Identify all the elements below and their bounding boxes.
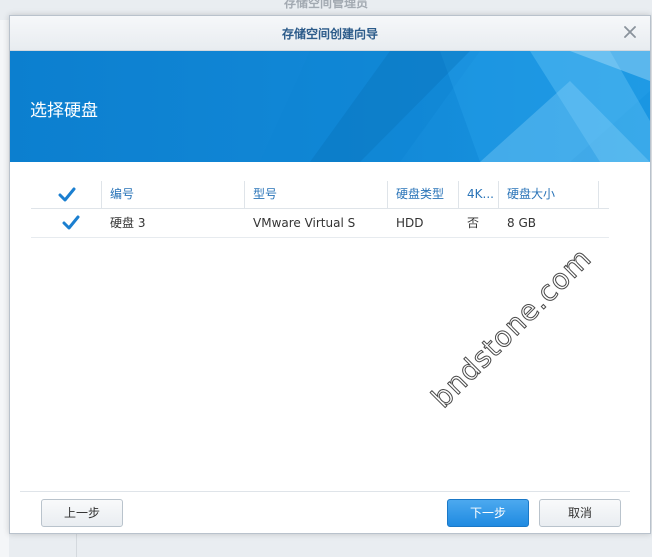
select-all-checkbox[interactable]	[58, 186, 76, 202]
disk-4k: 否	[467, 216, 480, 230]
column-header-type[interactable]: 硬盘类型	[388, 181, 459, 208]
next-button[interactable]: 下一步	[447, 499, 529, 527]
cancel-button[interactable]: 取消	[539, 499, 621, 527]
dialog-title: 存储空间创建向导	[281, 27, 378, 41]
column-header-4k[interactable]: 4K...	[459, 181, 499, 208]
disk-size: 8 GB	[507, 216, 536, 230]
disk-number: 硬盘 3	[110, 216, 146, 230]
background-window-title: 存储空间管理员	[283, 0, 368, 10]
background-panel	[0, 20, 9, 557]
column-header-size[interactable]: 硬盘大小	[499, 181, 599, 208]
storage-wizard-dialog: 存储空间创建向导 选择硬盘 编号 型号 硬盘类型 4K... 硬盘大小 硬盘 3…	[9, 15, 651, 534]
wizard-banner: 选择硬盘	[10, 51, 650, 162]
banner-decoration	[260, 51, 650, 162]
back-button[interactable]: 上一步	[41, 499, 123, 527]
row-checkbox[interactable]	[62, 214, 80, 230]
disk-type: HDD	[396, 216, 424, 230]
watermark: bndstone.com	[424, 241, 599, 415]
column-header-model[interactable]: 型号	[245, 181, 388, 208]
table-header: 编号 型号 硬盘类型 4K... 硬盘大小	[31, 181, 609, 209]
table-row[interactable]: 硬盘 3 VMware Virtual S HDD 否 8 GB	[31, 209, 609, 238]
background-divider	[76, 534, 77, 557]
step-title: 选择硬盘	[30, 101, 98, 121]
close-icon[interactable]	[620, 22, 640, 42]
dialog-titlebar: 存储空间创建向导	[10, 16, 650, 51]
disk-table: 编号 型号 硬盘类型 4K... 硬盘大小 硬盘 3 VMware Virtua…	[31, 181, 609, 238]
footer-divider	[20, 491, 630, 492]
disk-model: VMware Virtual S	[253, 216, 356, 230]
column-header-number[interactable]: 编号	[102, 181, 245, 208]
